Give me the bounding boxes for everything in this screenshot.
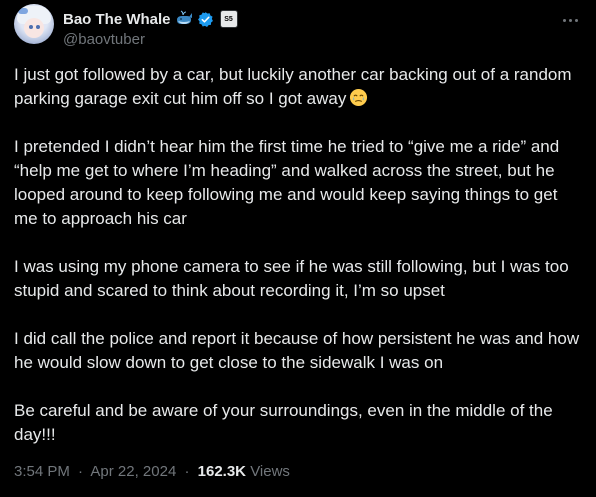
tweet-text: I just got followed by a car, but luckil… [14, 63, 582, 471]
meta-separator: · [78, 463, 84, 480]
avatar-eye-right [36, 25, 40, 29]
avatar[interactable] [14, 4, 54, 44]
whale-icon [175, 10, 193, 28]
more-dot [568, 18, 572, 22]
affiliate-badge[interactable]: S5 [219, 10, 238, 28]
tweet: Bao The Whale S5 @baovtuber I just got f… [0, 0, 596, 497]
display-name[interactable]: Bao The Whale [63, 11, 171, 28]
meta-separator: · [184, 463, 190, 480]
tweet-time[interactable]: 3:54 PM [14, 463, 70, 480]
more-dot [562, 18, 566, 22]
more-options-icon[interactable] [558, 10, 582, 30]
tweet-header: Bao The Whale S5 @baovtuber [14, 4, 582, 50]
tweet-date[interactable]: Apr 22, 2024 [90, 463, 176, 480]
tweet-paragraph: Be careful and be aware of your surround… [14, 401, 553, 444]
avatar-eye-left [29, 25, 33, 29]
tweet-meta: 3:54 PM · Apr 22, 2024 · 162.3K Views [14, 463, 290, 480]
tweet-paragraph-text: I just got followed by a car, but luckil… [14, 65, 572, 108]
name-row: Bao The Whale S5 [63, 9, 238, 29]
handle[interactable]: @baovtuber [63, 31, 145, 48]
tweet-paragraph: I just got followed by a car, but luckil… [14, 63, 582, 111]
face-holding-back-tears-emoji [349, 88, 368, 107]
views-count: 162.3K [197, 463, 247, 480]
avatar-bow [18, 8, 28, 14]
tweet-paragraph: I pretended I didn’t hear him the first … [14, 137, 560, 228]
tweet-paragraph: I did call the police and report it beca… [14, 329, 580, 372]
tweet-paragraph: I was using my phone camera to see if he… [14, 257, 569, 300]
more-dot [574, 18, 578, 22]
verified-badge-icon[interactable] [197, 11, 214, 28]
avatar-face [24, 18, 44, 38]
views-label: Views [250, 463, 290, 480]
